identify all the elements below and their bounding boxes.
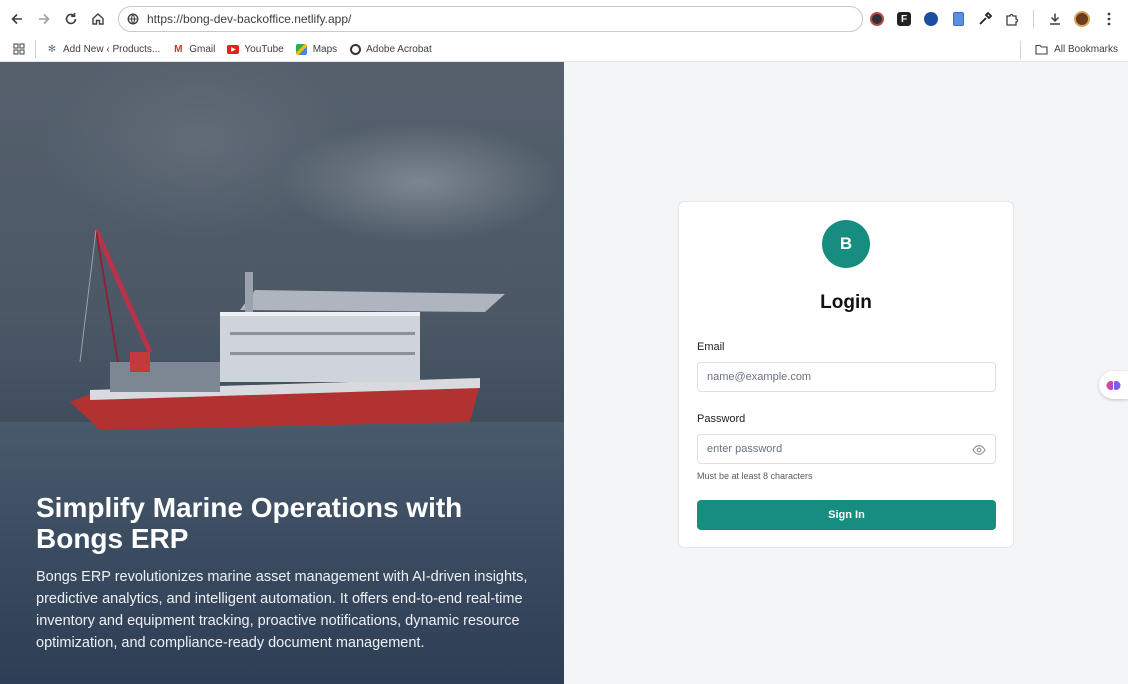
home-icon: [91, 12, 104, 25]
download-icon: [1050, 13, 1060, 25]
brain-icon: [1106, 380, 1121, 390]
bookmark-item[interactable]: Adobe Acrobat: [349, 43, 432, 55]
forward-button[interactable]: [30, 5, 57, 32]
all-bookmarks-button[interactable]: All Bookmarks: [1015, 37, 1118, 62]
kebab-menu-icon: [1107, 12, 1111, 26]
bookmarks-divider: [1020, 40, 1022, 59]
document-extension-icon: [952, 12, 964, 26]
extension-button[interactable]: [947, 8, 969, 30]
back-button[interactable]: [3, 5, 30, 32]
password-field[interactable]: enter password: [697, 434, 996, 464]
acrobat-icon: [349, 43, 361, 55]
profile-button[interactable]: [1071, 8, 1093, 30]
password-hint: Must be at least 8 characters: [697, 471, 813, 481]
email-field[interactable]: name@example.com: [697, 362, 996, 392]
hero-panel: Simplify Marine Operations with Bongs ER…: [0, 62, 564, 684]
bookmark-label: YouTube: [244, 43, 284, 55]
extension-button[interactable]: [920, 8, 942, 30]
bookmark-item[interactable]: M Gmail: [172, 43, 215, 55]
password-label: Password: [697, 413, 746, 425]
toolbar-divider: [1033, 10, 1034, 28]
bookmarks-divider: [35, 40, 36, 58]
assistant-widget-button[interactable]: [1099, 371, 1128, 399]
browser-menu-button[interactable]: [1098, 8, 1120, 30]
youtube-icon: ▶: [227, 43, 240, 55]
reload-button[interactable]: [57, 5, 84, 32]
extensions-bar: F: [866, 6, 1120, 32]
sign-in-button[interactable]: Sign In: [697, 500, 996, 530]
apps-button[interactable]: [13, 43, 25, 55]
forward-arrow-icon: [38, 13, 50, 24]
brand-avatar: B: [822, 220, 870, 268]
url-text[interactable]: https://bong-dev-backoffice.netlify.app/: [147, 12, 351, 26]
all-bookmarks-label: All Bookmarks: [1054, 44, 1118, 55]
show-password-icon[interactable]: [972, 443, 986, 457]
reload-icon: [65, 12, 76, 24]
puzzle-site-icon: ✻: [47, 43, 57, 55]
address-bar[interactable]: https://bong-dev-backoffice.netlify.app/: [118, 6, 863, 32]
downloads-button[interactable]: [1044, 8, 1066, 30]
hero-title: Simplify Marine Operations with Bongs ER…: [36, 492, 463, 554]
login-title: Login: [820, 292, 872, 313]
bookmark-item[interactable]: Maps: [296, 43, 337, 55]
gmail-icon: M: [174, 43, 183, 55]
extension-button[interactable]: F: [893, 8, 915, 30]
hero-text: Simplify Marine Operations with Bongs ER…: [36, 492, 536, 654]
eyedropper-icon: [979, 12, 992, 25]
puzzle-icon: [1006, 13, 1019, 26]
site-info-icon[interactable]: [127, 13, 139, 25]
extension-button[interactable]: [866, 8, 888, 30]
extensions-menu-button[interactable]: [1001, 8, 1023, 30]
hero-description: Bongs ERP revolutionizes marine asset ma…: [36, 569, 528, 651]
bookmark-label: Gmail: [189, 43, 216, 55]
password-placeholder: enter password: [707, 443, 783, 455]
bookmark-label: Add New ‹ Products...: [63, 43, 161, 55]
maps-icon: [296, 43, 308, 55]
email-placeholder: name@example.com: [707, 371, 812, 383]
extension-k-icon: [870, 12, 884, 26]
folder-icon: [1035, 44, 1048, 55]
bookmark-label: Adobe Acrobat: [366, 43, 432, 55]
extension-button[interactable]: [974, 8, 996, 30]
bookmarks-bar: ✻ Add New ‹ Products... M Gmail ▶ YouTub…: [0, 37, 1128, 62]
extension-f-icon: F: [897, 12, 911, 26]
bookmark-item[interactable]: ▶ YouTube: [227, 43, 284, 55]
email-label: Email: [697, 341, 725, 353]
checkmark-badge-icon: [924, 12, 938, 26]
login-card: B Login Email name@example.com Password …: [678, 201, 1014, 548]
apps-grid-icon: [13, 43, 25, 55]
avatar: [1074, 11, 1090, 27]
back-arrow-icon: [10, 13, 22, 24]
bookmark-label: Maps: [312, 43, 338, 55]
bookmark-item[interactable]: ✻ Add New ‹ Products...: [46, 43, 160, 55]
home-button[interactable]: [84, 5, 111, 32]
